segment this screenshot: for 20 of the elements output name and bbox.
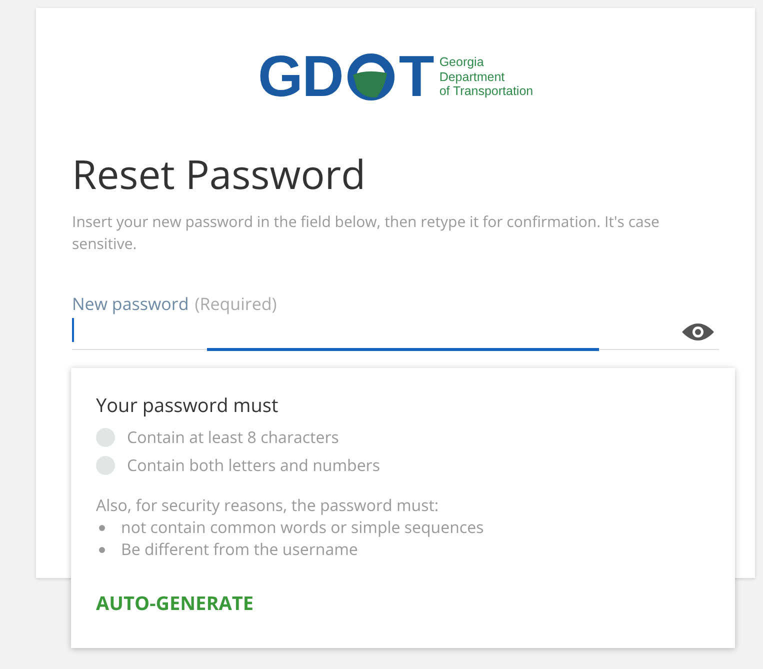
description: Insert your new password in the field below, then retype it for confirmation. It's case sensitive. <box>72 212 660 256</box>
bullet-icon <box>99 547 105 553</box>
logo-text: GD <box>258 48 343 106</box>
bullet-text: Be different from the username <box>121 538 358 560</box>
rule-text: Contain at least 8 characters <box>127 426 339 448</box>
popup-heading: Your password must <box>96 392 280 418</box>
bullet-text: not contain common words or simple sequences <box>121 516 484 538</box>
page-title: Reset Password <box>72 150 367 198</box>
logo-caption: Georgia <box>439 55 485 70</box>
logo-text: T <box>398 48 434 106</box>
required-hint: (Required) <box>194 292 277 314</box>
logo-caption: of Transportation <box>439 84 534 99</box>
field-label: New password <box>72 292 189 314</box>
logo-caption: Department <box>439 70 506 84</box>
bullet-icon <box>99 525 105 531</box>
security-note: Also, for security reasons, the password must: <box>96 494 440 516</box>
auto-generate-button[interactable]: AUTO-GENERATE <box>96 590 254 616</box>
show-password-icon[interactable] <box>681 320 715 342</box>
logo-o-icon <box>346 53 395 101</box>
rule-text: Contain both letters and numbers <box>127 454 380 476</box>
